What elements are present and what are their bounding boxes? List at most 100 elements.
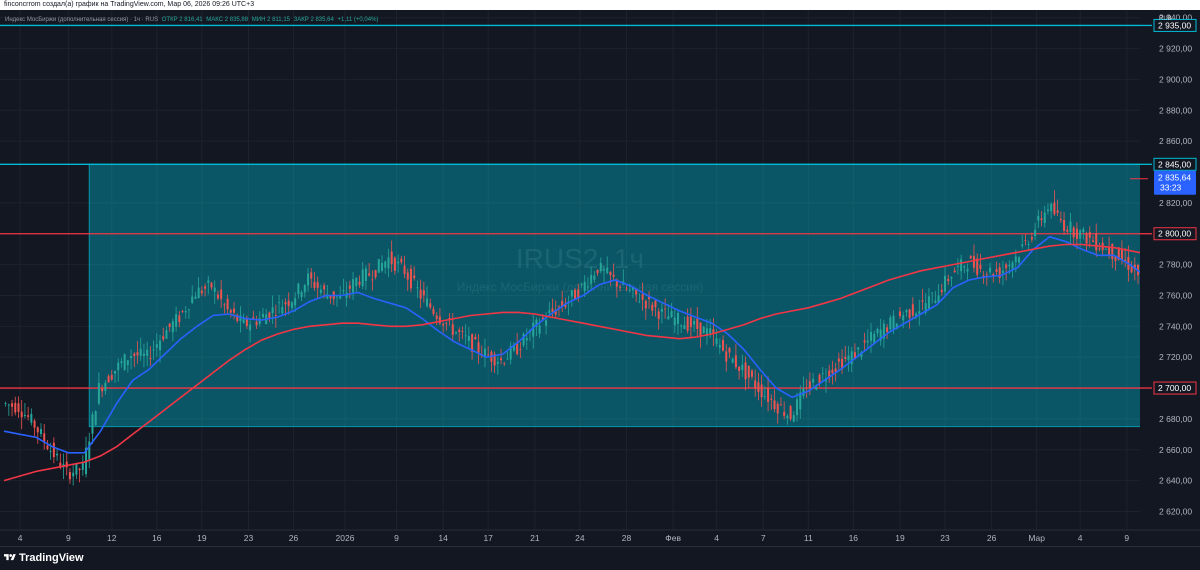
candle-body [731,358,734,363]
range-rectangle [88,163,1160,428]
candle-body [313,281,316,288]
candle-body [738,366,741,371]
candle-body [17,403,20,412]
candle-body [747,365,750,378]
candle-body [844,356,847,359]
candle-body [75,463,78,475]
candle-body [1030,237,1033,240]
chart-area[interactable]: IRUS2, 1ч Индекс МосБиржи (дополнительна… [0,10,1200,546]
candle-body [451,324,454,335]
candle-body [335,296,338,298]
candle-body [754,380,757,389]
time-tick-label: 17 [483,533,493,543]
candle-body [718,344,721,348]
candle-body [606,267,609,273]
candle-body [46,445,49,450]
legend-close: ЗАКР 2 835,64 [293,17,334,23]
candle-body [779,404,782,406]
candle-body [284,302,287,305]
time-axis[interactable]: 4 9 12 16 19 23 26 2026 9 14 17 21 24 28 Фев 4 7 11 16 19 23… [0,529,1200,546]
level-axis-label: 2 845,00 [1158,159,1191,169]
candle-body [583,281,586,291]
candle-body [104,382,107,392]
candle-body [194,296,197,299]
candle-body [989,267,992,273]
candle-body [97,382,100,404]
candle-body [1008,264,1011,267]
candle-body [902,315,905,321]
price-tick-label: 2 780,00 [1159,260,1192,270]
candle-body [409,268,412,289]
time-tick-label: 4 [1078,533,1083,543]
candle-body [300,292,303,297]
candle-body [210,282,213,288]
candle-body [496,361,499,364]
candle-body [14,402,17,413]
candle-body [371,279,374,281]
candle-body [216,294,219,299]
candle-body [168,323,171,328]
candle-body [548,310,551,313]
candle-body [249,324,252,331]
candle-body [242,319,245,323]
candle-body [889,317,892,330]
candle-body [274,315,277,316]
candle-body [290,302,293,308]
price-chart[interactable]: IRUS2, 1ч Индекс МосБиржи (дополнительна… [0,10,1200,546]
candle-body [110,375,113,380]
candle-body [81,462,84,470]
candle-body [519,349,522,351]
candle-body [657,311,660,319]
price-tick-label: 2 740,00 [1159,321,1192,331]
candle-body [750,370,753,377]
time-tick-label: 9 [66,533,71,543]
candle-body [310,272,313,279]
candle-body [1018,257,1021,263]
candle-body [400,258,403,263]
last-price-label: 2 835,64 [1158,173,1191,183]
candle-body [699,322,702,337]
tradingview-logo-icon [4,554,16,561]
candle-body [728,347,731,353]
candle-body [126,360,129,366]
candle-body [715,338,718,345]
time-tick-label: 16 [152,533,162,543]
candle-body [725,351,728,362]
time-tick-label: 9 [394,533,399,543]
candle-body [500,358,503,361]
candle-body [593,275,596,280]
candle-body [985,274,988,276]
candle-body [268,312,271,319]
candle-body [831,369,834,374]
range-box[interactable] [88,163,1160,428]
candle-body [133,353,136,356]
candle-body [120,361,123,364]
price-tick-label: 2 860,00 [1159,136,1192,146]
candle-body [911,304,914,316]
candle-body [342,290,345,292]
candle-body [204,286,207,289]
candle-body [159,340,162,351]
candle-body [670,311,673,318]
candle-body [271,307,274,314]
currency-label[interactable]: RUB [1159,16,1172,22]
candle-body [744,362,747,380]
candle-body [908,309,911,318]
price-axis[interactable]: 2 620,00 2 640,00 2 660,00 2 680,00 2 720,00… [1130,10,1200,546]
time-tick-label: 11 [804,533,813,543]
candle-body [358,281,361,285]
legend-title: Индекс МосБиржи (дополнительная сессия) … [5,17,159,23]
candle-body [68,472,71,480]
candle-body [146,349,149,356]
symbol-legend[interactable]: Индекс МосБиржи (дополнительная сессия) … [5,17,378,23]
candle-body [609,271,612,275]
candle-body [477,342,480,353]
candle-body [220,289,223,300]
time-tick-label: 24 [575,533,585,543]
candle-body [590,275,593,284]
candle-body [538,325,541,334]
candle-body [107,376,110,383]
candle-body [786,415,789,419]
candle-body [934,300,937,303]
candle-body [808,381,811,389]
